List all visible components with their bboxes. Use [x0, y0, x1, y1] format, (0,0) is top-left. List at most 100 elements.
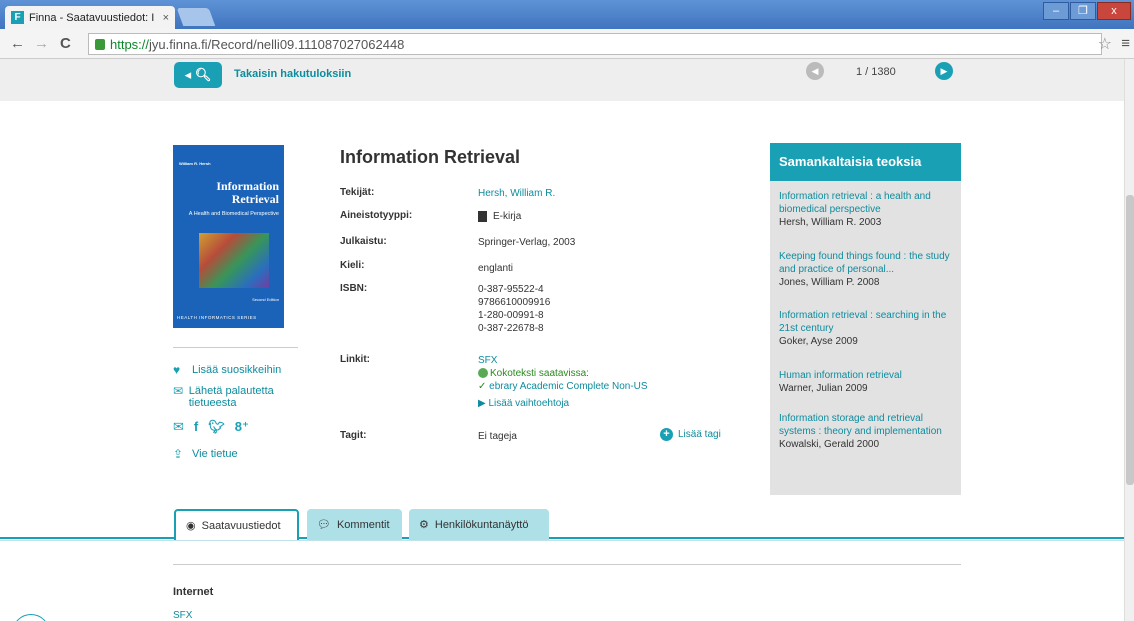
tab-comments-label: Kommentit	[336, 518, 390, 531]
next-record-icon[interactable]: ▶	[935, 62, 953, 80]
similar-items-panel: Samankaltaisia teoksia Information retri…	[770, 143, 961, 495]
window-close-button[interactable]: x	[1097, 2, 1131, 20]
isbn-list: 0-387-95522-4 9786610009916 1-280-00991-…	[478, 283, 550, 335]
email-icon[interactable]: ✉	[173, 419, 184, 435]
browser-menu-icon[interactable]: ≡	[1121, 35, 1130, 52]
new-tab-button[interactable]	[176, 8, 216, 26]
isbn-value: 0-387-95522-4	[478, 284, 544, 295]
more-options-link[interactable]: Lisää vaihtoehtoja	[488, 398, 569, 409]
links-label: Linkit:	[340, 354, 370, 365]
google-plus-icon[interactable]: 8⁺	[235, 419, 249, 435]
back-to-search-button[interactable]: ◂ 🔍︎	[174, 62, 222, 88]
previous-record-icon[interactable]: ◀	[806, 62, 824, 80]
address-bar[interactable]: https:// jyu.finna.fi/Record/nelli09.111…	[88, 33, 1102, 55]
similar-item: Human information retrieval Warner, Juli…	[779, 369, 955, 395]
tags-label: Tagit:	[340, 430, 367, 441]
add-favorite-label: Lisää suosikkeihin	[192, 364, 282, 376]
author-link[interactable]: Hersh, William R.	[478, 187, 555, 200]
browser-toolbar: ← → C https:// jyu.finna.fi/Record/nelli…	[0, 29, 1134, 59]
tab-availability[interactable]: ◉ Saatavuustiedot	[174, 509, 299, 540]
links-list: SFX Kokoteksti saatavissa: ✓ ebrary Acad…	[478, 354, 648, 410]
tab-close-icon[interactable]: ×	[163, 12, 169, 24]
feedback-icon: ✉	[173, 384, 184, 398]
similar-item-title[interactable]: Keeping found things found : the study a…	[779, 251, 950, 275]
heart-icon: ♥	[173, 363, 181, 377]
sidebar-divider	[173, 347, 298, 348]
reload-icon[interactable]: C	[60, 36, 71, 52]
checkmark-icon: ✓	[478, 381, 487, 392]
gear-icon: ⚙	[419, 519, 429, 531]
browser-tab-bar: F Finna - Saatavuustiedot: I × – ❐ x	[0, 0, 1134, 29]
similar-item-title[interactable]: Information retrieval : a health and bio…	[779, 191, 931, 215]
radio-target-icon: ◉	[186, 520, 196, 532]
tabs-underline-shadow	[0, 540, 1124, 541]
cover-series: HEALTH INFORMATICS SERIES	[177, 315, 257, 320]
window-minimize-button[interactable]: –	[1043, 2, 1069, 20]
finna-favicon-icon: F	[11, 11, 24, 24]
cover-subtitle: A Health and Biomedical Perspective	[188, 211, 279, 217]
sfx-link[interactable]: SFX	[478, 355, 497, 366]
export-record-link[interactable]: ⇪ Vie tietue	[173, 448, 238, 460]
tab-title: Finna - Saatavuustiedot: I	[29, 11, 155, 24]
tab-staff-view[interactable]: ⚙ Henkilökuntanäyttö	[409, 509, 549, 540]
triangle-right-icon: ▶	[478, 398, 486, 409]
published-label: Julkaistu:	[340, 236, 387, 247]
export-icon: ⇪	[173, 447, 184, 461]
similar-item-meta: Jones, William P. 2008	[779, 277, 880, 288]
send-feedback-label: Lähetä palautetta tietueesta	[188, 385, 274, 409]
holdings-heading: Internet	[173, 586, 214, 598]
page-content: ◂ 🔍︎ Takaisin hakutuloksiin ◀ 1 / 1380 ▶…	[0, 59, 1124, 621]
cover-title: Information Retrieval	[216, 179, 279, 206]
page-scrollbar[interactable]	[1124, 59, 1134, 621]
floating-feedback-icon[interactable]	[12, 614, 50, 621]
lock-icon	[95, 38, 105, 50]
published-value: Springer-Verlag, 2003	[478, 237, 576, 248]
back-to-results-link[interactable]: Takaisin hakutuloksiin	[234, 68, 351, 80]
scrollbar-thumb[interactable]	[1126, 195, 1134, 485]
export-record-label: Vie tietue	[192, 448, 238, 460]
globe-icon	[478, 368, 488, 379]
browser-tab[interactable]: F Finna - Saatavuustiedot: I ×	[5, 6, 175, 29]
similar-item: Information storage and retrieval system…	[779, 412, 955, 451]
cover-artwork	[199, 233, 269, 288]
similar-item: Information retrieval : a health and bio…	[779, 190, 955, 229]
tab-comments[interactable]: 💬︎ Kommentit	[307, 509, 402, 540]
twitter-icon[interactable]: 🐦︎	[208, 419, 225, 435]
back-arrow-icon[interactable]: ←	[10, 36, 25, 52]
isbn-value: 1-280-00991-8	[478, 310, 544, 321]
add-tag-button[interactable]: + Lisää tagi	[660, 428, 721, 441]
book-cover-image: William R. Hersh Information Retrieval A…	[173, 145, 284, 328]
tags-value: Ei tageja	[478, 431, 517, 442]
share-buttons: ✉ f 🐦︎ 8⁺	[173, 419, 249, 435]
similar-item-title[interactable]: Information storage and retrieval system…	[779, 413, 942, 437]
similar-item: Information retrieval : searching in the…	[779, 309, 955, 348]
send-feedback-link[interactable]: ✉ Lähetä palautetta tietueesta	[173, 385, 293, 409]
tabs-underline	[0, 537, 1124, 539]
tab-availability-label: Saatavuustiedot	[201, 519, 281, 532]
tab-staff-view-label: Henkilökuntanäyttö	[434, 518, 529, 531]
add-tag-label: Lisää tagi	[678, 429, 721, 440]
similar-item-meta: Goker, Ayse 2009	[779, 336, 858, 347]
add-favorite-link[interactable]: ♥ Lisää suosikkeihin	[173, 364, 281, 376]
format-label: Aineistotyyppi:	[340, 210, 413, 221]
similar-item-title[interactable]: Information retrieval : searching in the…	[779, 310, 946, 334]
language-value: englanti	[478, 263, 514, 274]
similar-item-meta: Warner, Julian 2009	[779, 383, 868, 394]
format-text: E-kirja	[493, 211, 522, 222]
window-maximize-button[interactable]: ❐	[1070, 2, 1096, 20]
facebook-icon[interactable]: f	[194, 419, 198, 435]
plus-icon: +	[660, 428, 673, 441]
isbn-label: ISBN:	[340, 283, 368, 294]
url-path: jyu.finna.fi/Record/nelli09.111087027062…	[149, 36, 405, 52]
isbn-value: 0-387-22678-8	[478, 323, 544, 334]
search-icon: 🔍︎	[194, 67, 212, 82]
similar-items-heading: Samankaltaisia teoksia	[770, 143, 961, 181]
bookmark-star-icon[interactable]: ☆	[1098, 34, 1112, 54]
similar-item-title[interactable]: Human information retrieval	[779, 370, 902, 381]
authors-label: Tekijät:	[340, 187, 375, 198]
ebrary-link[interactable]: ebrary Academic Complete Non-US	[489, 381, 647, 392]
holdings-sfx-link[interactable]: SFX	[173, 610, 192, 621]
url-scheme: https://	[110, 36, 150, 52]
forward-arrow-icon[interactable]: →	[34, 36, 49, 52]
ebook-icon	[478, 210, 487, 222]
